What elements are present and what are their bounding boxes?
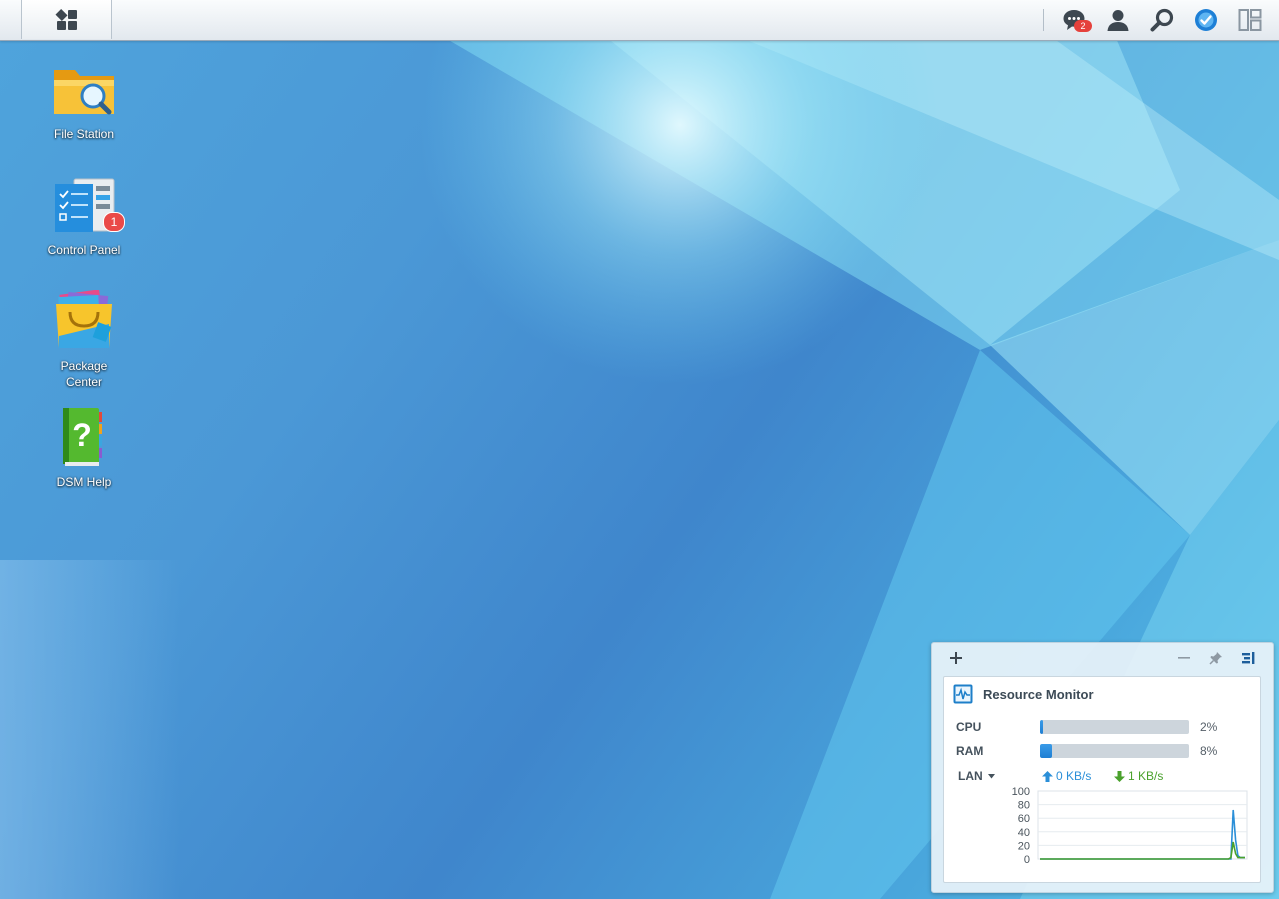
network-selector[interactable]: LAN (958, 769, 995, 783)
main-menu-icon (54, 8, 77, 30)
taskbar: 2 (0, 0, 1279, 41)
cpu-usage-fill (1040, 720, 1043, 734)
widgets-button[interactable] (1238, 8, 1262, 32)
desktop-icon-label: Control Panel (47, 243, 121, 257)
user-icon (1107, 10, 1129, 31)
minimize-widget-button[interactable] (1175, 649, 1193, 667)
y-tick-label: 100 (1012, 787, 1030, 798)
desktop-icon-label: File Station (53, 127, 115, 141)
widget-layout-icon (1242, 652, 1255, 664)
upload-value: 0 KB/s (1056, 769, 1092, 783)
dsm-assistant-button[interactable] (1194, 8, 1218, 32)
plus-icon (950, 652, 962, 664)
control-panel-icon: 1 (51, 174, 125, 240)
network-chart: 100 8060 4020 0 (1012, 787, 1248, 866)
network-label: LAN (958, 769, 983, 783)
minimize-icon (1178, 657, 1190, 659)
svg-text:?: ? (72, 417, 92, 453)
main-menu-button[interactable] (21, 0, 112, 39)
taskbar-separator (1043, 9, 1044, 31)
chevron-down-icon (987, 773, 995, 778)
ram-usage-fill (1040, 744, 1052, 758)
chart-plot-area (1037, 790, 1248, 860)
user-button[interactable] (1106, 8, 1130, 32)
y-tick-label: 0 (1024, 854, 1030, 866)
widget-title: Resource Monitor (983, 687, 1094, 702)
y-tick-label: 80 (1018, 800, 1030, 812)
widgets-icon (1238, 9, 1262, 31)
pin-icon (1209, 652, 1222, 665)
add-widget-button[interactable] (947, 649, 965, 667)
shopping-bag-icon (51, 289, 117, 356)
resource-monitor-icon (953, 684, 973, 704)
folder-search-icon (51, 58, 117, 124)
upload-rate: 0 KB/s (1042, 769, 1091, 783)
search-icon (1150, 8, 1174, 32)
ram-value: 8% (1200, 744, 1218, 758)
arrow-up-icon (1042, 770, 1053, 782)
update-badge: 1 (103, 212, 125, 232)
cpu-usage-bar (1040, 720, 1189, 734)
dsm-assistant-icon (1195, 9, 1217, 31)
notifications-button[interactable]: 2 (1062, 8, 1092, 32)
resource-monitor-widget: Resource Monitor CPU 2% RAM 8% LAN 0 KB/… (931, 642, 1274, 893)
arrow-down-icon (1114, 770, 1125, 782)
search-button[interactable] (1150, 8, 1174, 32)
download-value: 1 KB/s (1128, 769, 1164, 783)
cpu-label: CPU (956, 720, 982, 734)
notification-badge: 2 (1074, 20, 1092, 32)
help-book-icon: ? (51, 406, 117, 472)
download-rate: 1 KB/s (1114, 769, 1163, 783)
y-tick-label: 60 (1018, 813, 1030, 825)
desktop-icon-dsm-help[interactable]: ? DSM Help (29, 406, 139, 490)
pin-widget-button[interactable] (1207, 649, 1225, 667)
resource-monitor-panel: Resource Monitor CPU 2% RAM 8% LAN 0 KB/… (943, 676, 1261, 883)
desktop-icon-file-station[interactable]: File Station (29, 58, 139, 142)
y-tick-label: 20 (1018, 840, 1030, 852)
cpu-value: 2% (1200, 720, 1218, 734)
desktop-icon-label: Package Center (60, 359, 108, 389)
desktop-icon-package-center[interactable]: Package Center (29, 289, 139, 390)
desktop-icon-control-panel[interactable]: 1 Control Panel (29, 174, 139, 258)
y-tick-label: 40 (1018, 827, 1030, 839)
desktop-icon-label: DSM Help (56, 475, 112, 489)
widget-layout-button[interactable] (1239, 649, 1257, 667)
ram-label: RAM (956, 744, 984, 758)
ram-usage-bar (1040, 744, 1189, 758)
